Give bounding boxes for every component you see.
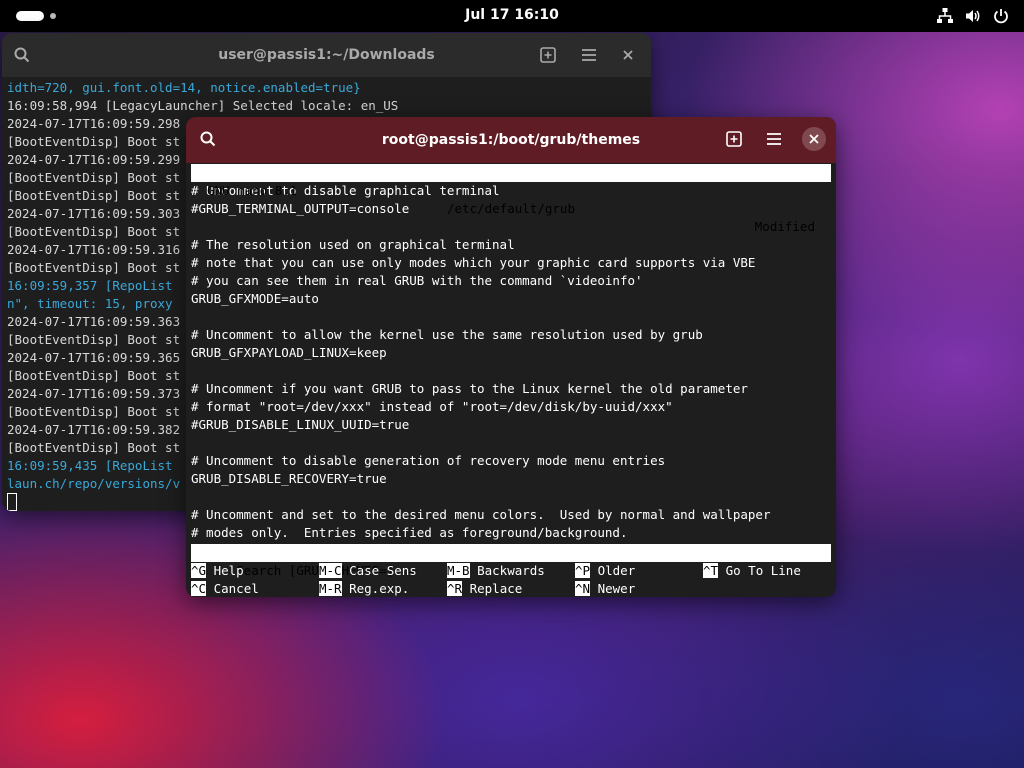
nano-line: # you can see them in real GRUB with the… <box>191 273 643 288</box>
menu-icon[interactable] <box>577 43 601 67</box>
nano-line: # Uncomment if you want GRUB to pass to … <box>191 381 748 396</box>
search-bar[interactable]: Search [GRUB_THEMES=]: = <box>191 544 831 578</box>
nano-editor[interactable]: GNU nano 8.1 /etc/default/grub Modified … <box>191 164 831 597</box>
shortcut-newer[interactable]: ^N Newer <box>575 580 635 597</box>
shortcut-label: Help <box>206 563 244 578</box>
new-tab-icon[interactable] <box>536 43 560 67</box>
header-bar[interactable]: user@passis1:~/Downloads <box>2 33 651 77</box>
nano-line: #GRUB_DISABLE_LINUX_UUID=true <box>191 417 410 432</box>
nano-line <box>191 488 831 506</box>
new-tab-icon[interactable] <box>722 127 746 151</box>
shortcut-key: ^N <box>575 581 591 596</box>
nano-line: # note that you can use only modes which… <box>191 255 756 270</box>
nano-line: GRUB_GFXMODE=auto <box>191 291 319 306</box>
network-icon[interactable] <box>936 7 954 25</box>
shortcut-row: ^G Help M-C Case Sens M-B Backwards ^P Olde… <box>191 562 831 580</box>
search-icon[interactable] <box>10 43 34 67</box>
shortcut-go-to-line[interactable]: ^T Go To Line <box>703 562 801 580</box>
nano-line: # Uncomment to disable generation of rec… <box>191 453 666 468</box>
shortcut-label: Older <box>590 563 636 578</box>
terminal-cursor <box>7 493 17 511</box>
shortcut-backwards[interactable]: M-B Backwards <box>447 562 545 580</box>
nano-line <box>191 308 831 326</box>
close-icon[interactable] <box>802 127 826 151</box>
shortcut-label: Newer <box>590 581 636 596</box>
nano-line: GRUB_DISABLE_RECOVERY=true <box>191 471 387 486</box>
nano-status: Modified <box>754 219 815 234</box>
nano-line: GRUB_GFXPAYLOAD_LINUX=keep <box>191 345 387 360</box>
nano-title-bar: GNU nano 8.1 /etc/default/grub Modified <box>191 164 831 234</box>
shortcut-key: ^C <box>191 581 207 596</box>
shortcut-label: Replace <box>462 581 523 596</box>
search-icon[interactable] <box>196 127 220 151</box>
shortcut-replace[interactable]: ^R Replace <box>447 580 522 597</box>
shortcut-key: ^T <box>703 563 719 578</box>
shortcut-reg-exp[interactable]: M-R Reg.exp. <box>319 580 409 597</box>
terminal-line: idth=720, gui.font.old=14, notice.enable… <box>7 80 361 95</box>
shortcut-key: M-B <box>447 563 470 578</box>
nano-line: # Uncomment to allow the kernel use the … <box>191 327 703 342</box>
shortcut-key: ^P <box>575 563 591 578</box>
shortcut-row: ^C Cancel M-R Reg.exp. ^R Replace ^N Newer <box>191 580 831 597</box>
nano-text-area[interactable]: # Uncomment to disable graphical termina… <box>191 182 831 542</box>
shortcut-label: Case Sens <box>341 563 417 578</box>
nano-line: # modes only. Entries specified as foreg… <box>191 525 628 540</box>
shortcut-key: ^R <box>447 581 463 596</box>
nano-line <box>191 218 831 236</box>
shortcut-label: Reg.exp. <box>341 581 410 596</box>
header-bar[interactable]: root@passis1:/boot/grub/themes <box>186 117 836 163</box>
top-bar: Jul 17 16:10 <box>0 0 1024 32</box>
shortcut-cancel[interactable]: ^C Cancel <box>191 580 259 597</box>
system-tray[interactable] <box>936 7 1010 25</box>
close-icon[interactable] <box>616 43 640 67</box>
shortcut-label: Cancel <box>206 581 259 596</box>
shortcut-label: Go To Line <box>718 563 801 578</box>
shortcut-label: Backwards <box>469 563 545 578</box>
nano-version: GNU nano 8.1 <box>207 183 298 198</box>
nano-filename: /etc/default/grub <box>447 201 575 216</box>
shortcut-case-sens[interactable]: M-C Case Sens <box>319 562 417 580</box>
shortcut-key: ^G <box>191 563 207 578</box>
menu-icon[interactable] <box>762 127 786 151</box>
shortcut-older[interactable]: ^P Older <box>575 562 635 580</box>
shortcut-key: M-C <box>319 563 342 578</box>
shortcut-help[interactable]: ^G Help <box>191 562 244 580</box>
clock[interactable]: Jul 17 16:10 <box>0 7 1024 23</box>
nano-line: # Uncomment and set to the desired menu … <box>191 507 771 522</box>
nano-line <box>191 362 831 380</box>
nano-line: # The resolution used on graphical termi… <box>191 237 515 252</box>
shortcut-key: M-R <box>319 581 342 596</box>
terminal-line: 16:09:58,994 [LegacyLauncher] Selected l… <box>7 98 399 113</box>
volume-icon[interactable] <box>964 7 982 25</box>
nano-line: # format "root=/dev/xxx" instead of "roo… <box>191 399 673 414</box>
power-icon[interactable] <box>992 7 1010 25</box>
nano-line <box>191 434 831 452</box>
terminal-window-grub-themes[interactable]: root@passis1:/boot/grub/themes GNU nano … <box>186 117 836 597</box>
